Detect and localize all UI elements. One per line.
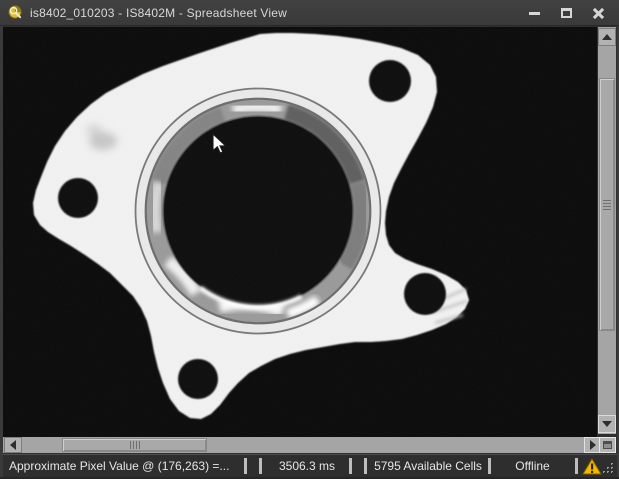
insight-lens-icon — [8, 5, 23, 20]
scroll-down-button[interactable] — [598, 415, 616, 433]
status-separator[interactable] — [488, 458, 491, 474]
vertical-scrollbar[interactable] — [598, 27, 616, 434]
arrow-down-icon — [602, 421, 612, 427]
status-separator[interactable] — [349, 458, 352, 474]
camera-image — [3, 27, 597, 437]
window-controls — [521, 0, 611, 26]
available-cells-status: 5795 Available Cells — [369, 455, 487, 477]
pixel-value-status: Approximate Pixel Value @ (176,263) =... — [9, 455, 245, 477]
view-corner-icon — [603, 441, 612, 449]
status-bar: Approximate Pixel Value @ (176,263) =...… — [3, 454, 617, 477]
arrow-left-icon — [10, 440, 16, 450]
maximize-icon — [561, 8, 572, 18]
horizontal-scroll-thumb[interactable] — [62, 438, 207, 452]
image-viewport[interactable] — [3, 27, 597, 437]
scroll-left-button[interactable] — [4, 437, 22, 453]
vertical-scroll-thumb[interactable] — [599, 78, 615, 331]
scroll-up-button[interactable] — [598, 28, 616, 46]
horizontal-scrollbar[interactable] — [3, 437, 597, 453]
minimize-button[interactable] — [521, 3, 547, 23]
close-icon — [592, 7, 605, 20]
resize-grip-icon[interactable] — [602, 462, 615, 475]
maximize-button[interactable] — [553, 3, 579, 23]
connection-status: Offline — [492, 455, 573, 477]
arrow-up-icon — [602, 34, 612, 40]
status-separator[interactable] — [575, 458, 578, 474]
status-separator[interactable] — [364, 458, 367, 474]
title-bar[interactable]: is8402_010203 - IS8402M - Spreadsheet Vi… — [0, 0, 619, 26]
close-button[interactable] — [585, 3, 611, 23]
scroll-corner-button[interactable] — [599, 437, 616, 453]
window-title: is8402_010203 - IS8402M - Spreadsheet Vi… — [30, 6, 287, 20]
status-separator[interactable] — [244, 458, 247, 474]
minimize-icon — [529, 12, 540, 15]
arrow-right-icon — [590, 440, 596, 450]
status-separator[interactable] — [259, 458, 262, 474]
app-window: is8402_010203 - IS8402M - Spreadsheet Vi… — [0, 0, 619, 479]
warning-triangle-icon[interactable] — [582, 458, 602, 475]
acquisition-time-status: 3506.3 ms — [265, 455, 349, 477]
